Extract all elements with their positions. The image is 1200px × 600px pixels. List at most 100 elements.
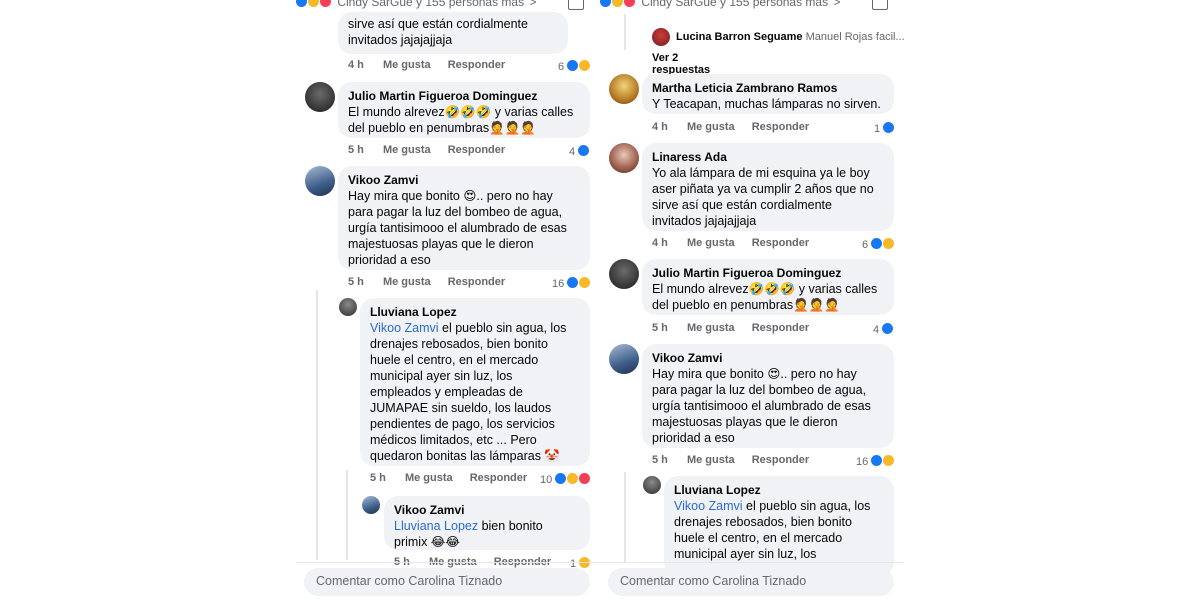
comment-time: 4 h bbox=[652, 237, 668, 249]
comment-bubble: Vikoo Zamvi Hay mira que bonito 😍.. pero… bbox=[338, 166, 590, 270]
comment-author[interactable]: Martha Leticia Zambrano Ramos bbox=[652, 80, 884, 96]
comments-panel-right: Cindy SarGue y 155 personas más > Lucina… bbox=[600, 0, 1200, 600]
reaction-count[interactable]: 16 bbox=[856, 454, 896, 468]
comment-time: 5 h bbox=[652, 322, 668, 334]
avatar[interactable] bbox=[339, 298, 357, 316]
comment-actions: 5 h Me gusta Responder bbox=[348, 276, 519, 288]
reply-button[interactable]: Responder bbox=[752, 237, 809, 249]
reply-button[interactable]: Responder bbox=[448, 144, 505, 156]
reaction-count[interactable]: 6 bbox=[558, 59, 592, 73]
reply-button[interactable]: Responder bbox=[470, 472, 527, 484]
reaction-count[interactable]: 16 bbox=[552, 276, 592, 290]
comment-time: 5 h bbox=[652, 454, 668, 466]
comment-actions: 5 h Me gusta Responder bbox=[652, 454, 823, 466]
comment-text: Hay mira que bonito 😍.. pero no hay para… bbox=[348, 189, 567, 267]
comment-text: El mundo alrevez🤣🤣🤣 y varias calles del … bbox=[652, 282, 878, 312]
comment-time: 5 h bbox=[348, 276, 364, 288]
reply-button[interactable]: Responder bbox=[752, 454, 809, 466]
comment-author[interactable]: Lluviana Lopez bbox=[674, 482, 884, 498]
collapsed-reply[interactable]: Lucina Barron Seguame Manuel Rojas facil… bbox=[676, 31, 905, 43]
comment-time: 4 h bbox=[348, 59, 364, 71]
comment-author[interactable]: Vikoo Zamvi bbox=[652, 350, 884, 366]
reaction-count-value: 6 bbox=[558, 61, 565, 73]
reaction-count[interactable]: 10 bbox=[540, 472, 592, 486]
comment-text: Y Teacapan, muchas lámparas no sirven. bbox=[652, 97, 881, 111]
avatar[interactable] bbox=[609, 344, 639, 374]
comment-text: Vikoo Zamvi el pueblo sin agua, los dren… bbox=[674, 498, 884, 562]
like-reaction-icon bbox=[577, 144, 591, 157]
haha-reaction-icon bbox=[882, 454, 896, 467]
reply-button[interactable]: Responder bbox=[448, 59, 505, 71]
avatar[interactable] bbox=[305, 82, 335, 112]
like-button[interactable]: Me gusta bbox=[687, 322, 735, 334]
comment-bubble: Julio Martin Figueroa Dominguez El mundo… bbox=[642, 259, 894, 315]
comment-author[interactable]: Julio Martin Figueroa Dominguez bbox=[652, 265, 884, 281]
comment-text: Vikoo Zamvi el pueblo sin agua, los dren… bbox=[370, 320, 580, 464]
comment-bubble: Vikoo Zamvi Lluviana Lopez bien bonito p… bbox=[384, 496, 590, 550]
comment-bubble: Vikoo Zamvi Hay mira que bonito 😍.. pero… bbox=[642, 344, 894, 448]
reaction-count-value: 4 bbox=[569, 146, 576, 158]
comment-text: sirve así que están cordialmente invitad… bbox=[348, 17, 528, 47]
reaction-count-value: 10 bbox=[540, 474, 553, 486]
reply-button[interactable]: Responder bbox=[752, 121, 809, 133]
comment-thread: sirve así que están cordialmente invitad… bbox=[296, 0, 596, 570]
comment-author[interactable]: Lucina Barron Seguame bbox=[676, 31, 803, 43]
thread-line bbox=[624, 472, 626, 562]
like-button[interactable]: Me gusta bbox=[405, 472, 453, 484]
like-button[interactable]: Me gusta bbox=[383, 276, 431, 288]
comment-text: Yo ala lámpara de mi esquina ya le boy a… bbox=[652, 166, 874, 228]
avatar[interactable] bbox=[652, 28, 670, 46]
mention-link[interactable]: Vikoo Zamvi bbox=[674, 499, 743, 513]
reaction-count[interactable]: 4 bbox=[873, 322, 895, 336]
mention-link[interactable]: Vikoo Zamvi bbox=[370, 321, 439, 335]
comment-bubble: Julio Martin Figueroa Dominguez El mundo… bbox=[338, 82, 590, 138]
comment-input[interactable]: Comentar como Carolina Tiznado bbox=[304, 568, 590, 596]
thread-line bbox=[624, 14, 626, 50]
comment-text-body: el pueblo sin agua, los drenajes rebosad… bbox=[370, 321, 567, 463]
comment-bubble: Lluviana Lopez Vikoo Zamvi el pueblo sin… bbox=[360, 298, 590, 466]
comment-actions: 5 h Me gusta Responder bbox=[370, 472, 541, 484]
reaction-count[interactable]: 1 bbox=[874, 121, 896, 135]
mention-link[interactable]: Lluviana Lopez bbox=[394, 519, 478, 533]
haha-reaction-icon bbox=[578, 276, 592, 289]
avatar[interactable] bbox=[362, 496, 380, 514]
reaction-count[interactable]: 6 bbox=[862, 237, 896, 251]
like-button[interactable]: Me gusta bbox=[383, 144, 431, 156]
like-button[interactable]: Me gusta bbox=[687, 121, 735, 133]
comment-text: Lluviana Lopez bien bonito primix 😂😂 bbox=[394, 518, 580, 550]
comment-time: 4 h bbox=[652, 121, 668, 133]
reply-button[interactable]: Responder bbox=[448, 276, 505, 288]
comment-actions: 4 h Me gusta Responder bbox=[348, 59, 519, 71]
reaction-count-value: 16 bbox=[552, 278, 565, 290]
haha-reaction-icon bbox=[578, 59, 592, 72]
like-reaction-icon bbox=[881, 322, 895, 335]
divider bbox=[296, 562, 600, 563]
like-button[interactable]: Me gusta bbox=[687, 237, 735, 249]
comment-actions: 4 h Me gusta Responder bbox=[652, 121, 823, 133]
comment-time: 5 h bbox=[370, 472, 386, 484]
comment-bubble: Linaress Ada Yo ala lámpara de mi esquin… bbox=[642, 143, 894, 231]
avatar[interactable] bbox=[609, 143, 639, 173]
avatar[interactable] bbox=[609, 259, 639, 289]
avatar[interactable] bbox=[305, 166, 335, 196]
reply-button[interactable]: Responder bbox=[752, 322, 809, 334]
comment-author[interactable]: Vikoo Zamvi bbox=[394, 502, 580, 518]
comment-author[interactable]: Julio Martin Figueroa Dominguez bbox=[348, 88, 580, 104]
thread-line-nested bbox=[346, 470, 348, 560]
comment-author[interactable]: Lluviana Lopez bbox=[370, 304, 580, 320]
comment-input[interactable]: Comentar como Carolina Tiznado bbox=[608, 568, 894, 596]
thread-line bbox=[316, 290, 318, 560]
comment-author[interactable]: Vikoo Zamvi bbox=[348, 172, 580, 188]
comment-text: Hay mira que bonito 😍.. pero no hay para… bbox=[652, 367, 871, 445]
reaction-count-value: 4 bbox=[873, 324, 880, 336]
avatar[interactable] bbox=[643, 476, 661, 494]
comment-time: 5 h bbox=[348, 144, 364, 156]
avatar[interactable] bbox=[609, 74, 639, 104]
comment-author[interactable]: Linaress Ada bbox=[652, 149, 884, 165]
like-button[interactable]: Me gusta bbox=[383, 59, 431, 71]
haha-reaction-icon bbox=[882, 237, 896, 250]
comment-actions: 5 h Me gusta Responder bbox=[652, 322, 823, 334]
like-button[interactable]: Me gusta bbox=[687, 454, 735, 466]
comment-actions: 5 h Me gusta Responder bbox=[348, 144, 519, 156]
reaction-count[interactable]: 4 bbox=[569, 144, 591, 158]
